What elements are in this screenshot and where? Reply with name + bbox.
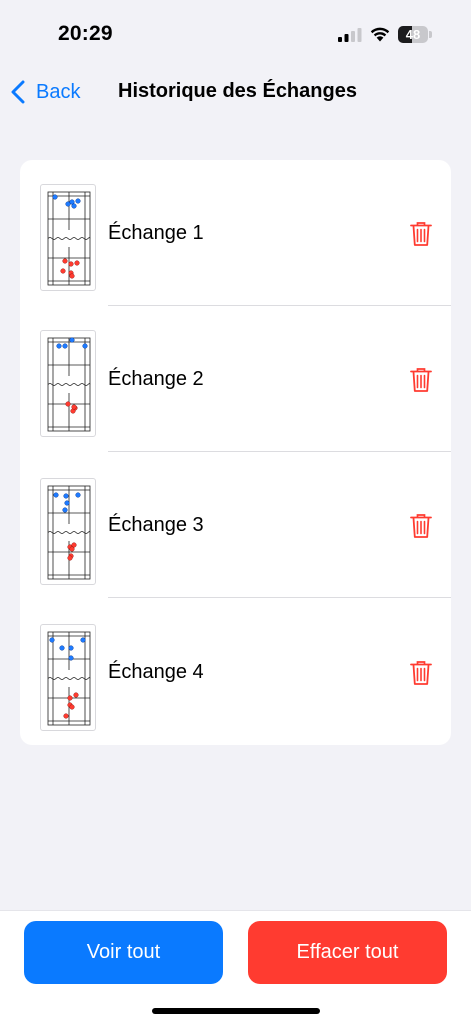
- player-dot-top: [68, 655, 74, 661]
- player-dot-top: [59, 645, 65, 651]
- player-dot-top: [75, 198, 81, 204]
- list-item-label: Échange 3: [108, 514, 204, 536]
- list-item-label: Échange 1: [108, 222, 204, 244]
- wifi-icon: [370, 27, 390, 42]
- player-dot-top: [56, 343, 62, 349]
- player-dot-bottom: [71, 404, 77, 410]
- page-title: Historique des Échanges: [118, 80, 357, 102]
- player-dot-top: [52, 194, 58, 200]
- player-dot-top: [82, 343, 88, 349]
- clear-all-button[interactable]: Effacer tout: [248, 921, 447, 984]
- player-dot-bottom: [69, 546, 75, 552]
- player-dot-top: [62, 343, 68, 349]
- player-dot-top: [64, 500, 70, 506]
- trash-icon[interactable]: [410, 513, 432, 539]
- view-all-button[interactable]: Voir tout: [24, 921, 223, 984]
- player-dot-bottom: [65, 401, 71, 407]
- battery-level: 48: [405, 27, 421, 42]
- player-dot-top: [68, 645, 74, 651]
- home-indicator: [152, 1008, 320, 1014]
- player-dot-top: [49, 637, 55, 643]
- list-item-label: Échange 4: [108, 661, 204, 683]
- chevron-left-icon: [11, 80, 25, 104]
- player-dot-bottom: [62, 258, 68, 264]
- player-dot-bottom: [73, 692, 79, 698]
- player-dot-top: [69, 337, 75, 343]
- player-dot-bottom: [67, 555, 73, 561]
- trash-icon[interactable]: [410, 367, 432, 393]
- navigation-bar: Back Historique des Échanges: [0, 70, 471, 114]
- list-item-label: Échange 2: [108, 368, 204, 390]
- exchange-list: Échange 1 Échange 2 Échange 3 Échange 4: [20, 160, 451, 745]
- player-dot-top: [80, 637, 86, 643]
- player-dot-bottom: [63, 713, 69, 719]
- list-item[interactable]: Échange 2: [20, 306, 451, 452]
- row-divider: [108, 597, 451, 598]
- battery-icon: 48: [398, 26, 432, 43]
- player-dot-bottom: [69, 704, 75, 710]
- player-dot-top: [63, 493, 69, 499]
- list-item[interactable]: Échange 1: [20, 160, 451, 306]
- status-bar: 20:29 48: [0, 0, 471, 60]
- player-dot-bottom: [67, 695, 73, 701]
- trash-icon[interactable]: [410, 221, 432, 247]
- court-thumbnail: [40, 624, 96, 731]
- status-time: 20:29: [58, 22, 113, 45]
- player-dot-top: [53, 492, 59, 498]
- player-dot-top: [75, 492, 81, 498]
- cellular-signal-icon: [338, 28, 362, 42]
- court-thumbnail: [40, 184, 96, 291]
- court-thumbnail: [40, 478, 96, 585]
- list-item[interactable]: Échange 3: [20, 452, 451, 598]
- player-dot-bottom: [69, 273, 75, 279]
- back-button[interactable]: Back: [10, 78, 80, 106]
- player-dot-top: [62, 507, 68, 513]
- player-dot-top: [71, 203, 77, 209]
- court-thumbnail: [40, 330, 96, 437]
- back-label: Back: [36, 80, 81, 103]
- player-dot-bottom: [60, 268, 66, 274]
- player-dot-bottom: [74, 260, 80, 266]
- trash-icon[interactable]: [410, 660, 432, 686]
- player-dot-bottom: [68, 261, 74, 267]
- list-item[interactable]: Échange 4: [20, 599, 451, 745]
- bottom-action-bar: Voir tout Effacer tout: [0, 910, 471, 1024]
